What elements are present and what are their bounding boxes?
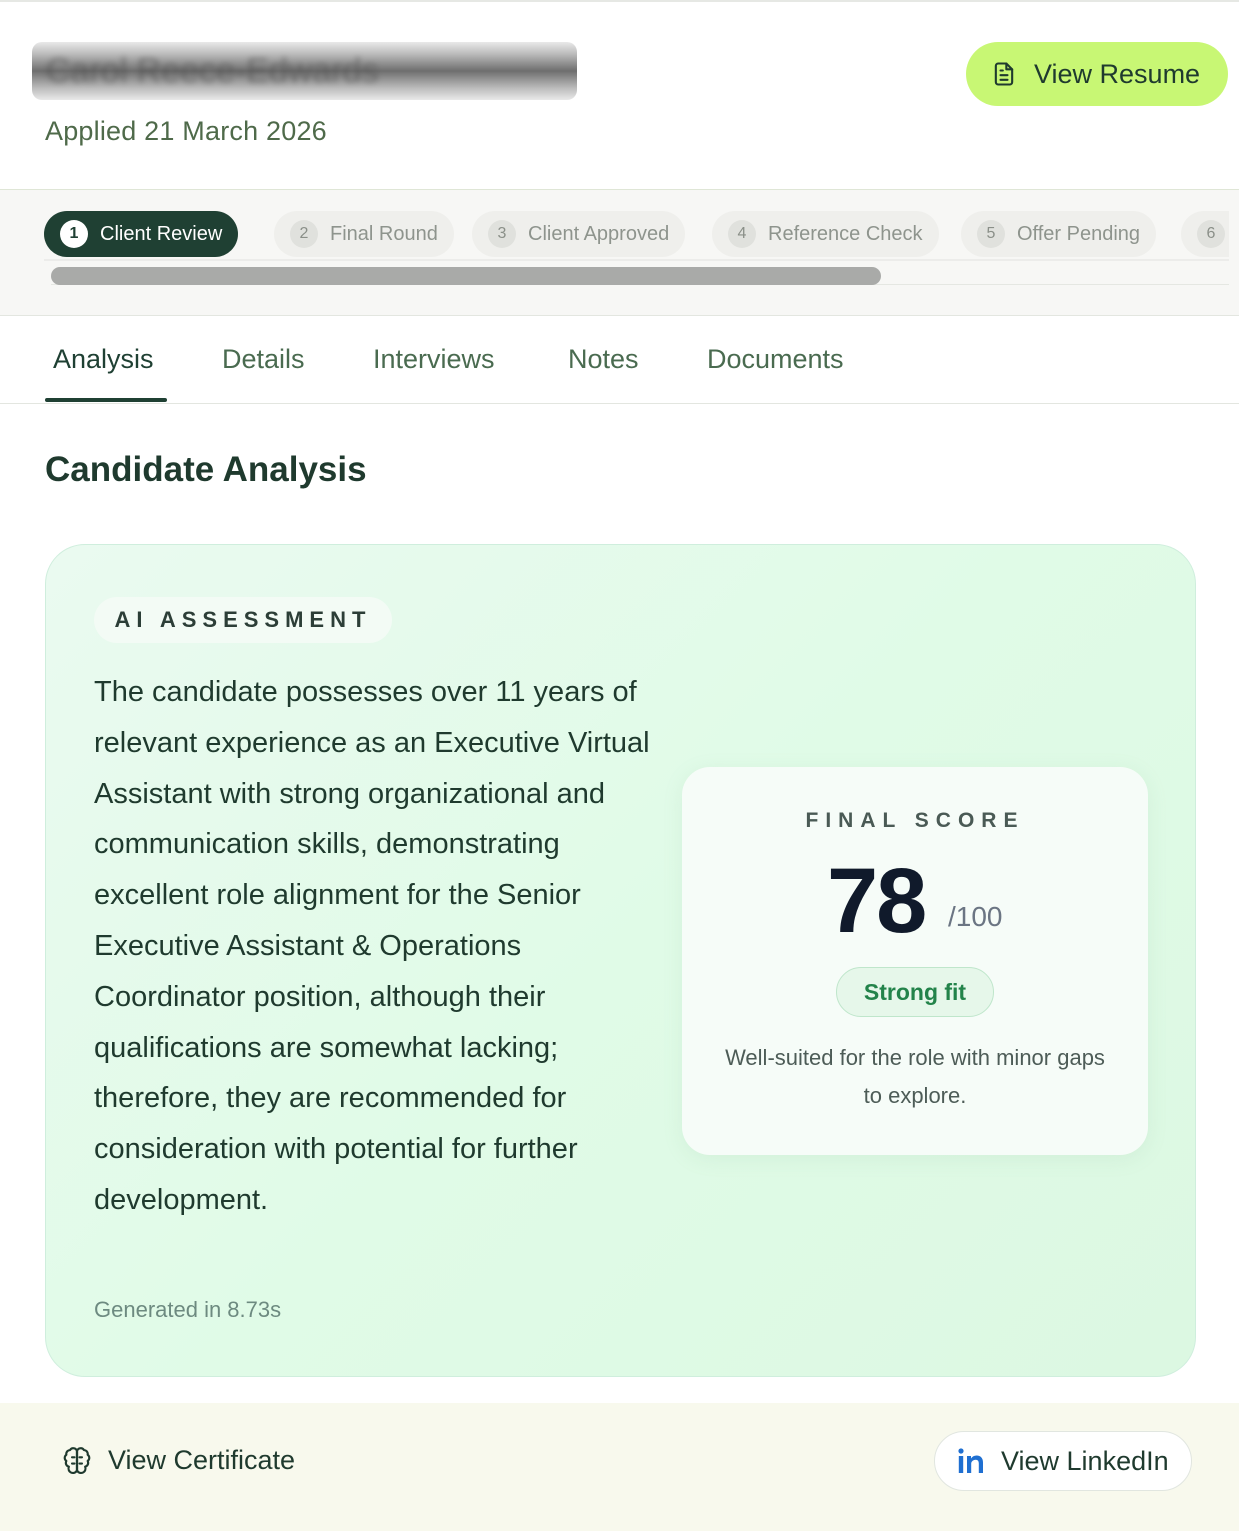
final-score-panel: FINAL SCORE 78 /100 Strong fit Well-suit…: [682, 767, 1148, 1155]
view-linkedin-label: View LinkedIn: [1001, 1445, 1169, 1476]
stage-number: 2: [290, 220, 318, 248]
candidate-name-redacted: Carol Reece-Edwards: [32, 42, 577, 100]
stage-label: Client Review: [100, 222, 223, 245]
stage-number: 3: [488, 220, 516, 248]
tab-notes[interactable]: Notes: [568, 344, 639, 375]
candidate-header: Carol Reece-Edwards Applied 21 March 202…: [0, 0, 1239, 190]
document-icon: [994, 62, 1014, 86]
stages-scrollbar[interactable]: [51, 267, 1229, 285]
fit-description: Well-suited for the role with minor gaps…: [725, 1045, 1105, 1108]
generated-time: Generated in 8.73s: [94, 1297, 282, 1322]
stage-6[interactable]: 6 C: [1181, 211, 1229, 257]
stage-number: 1: [60, 220, 88, 248]
candidate-page: Carol Reece-Edwards Applied 21 March 202…: [0, 0, 1239, 1531]
final-score-max: /100: [948, 901, 1003, 932]
view-resume-button[interactable]: View Resume: [966, 42, 1228, 106]
linkedin-icon: [958, 1448, 983, 1473]
stage-number: 6: [1197, 220, 1225, 248]
assessment-summary: The candidate possesses over 11 years of…: [94, 676, 650, 1216]
scrollbar-thumb[interactable]: [51, 267, 881, 285]
stage-label: Reference Check: [768, 222, 923, 245]
stage-label: Client Approved: [528, 222, 670, 245]
stage-client-review[interactable]: 1 Client Review: [44, 211, 239, 257]
pipeline-stages: 1 Client Review 2 Final Round 3 Client A…: [0, 190, 1239, 316]
active-tab-indicator: [45, 398, 167, 402]
tab-bar: Analysis Details Interviews Notes Docume…: [0, 316, 1239, 404]
stage-offer-pending[interactable]: 5 Offer Pending: [961, 211, 1157, 257]
applied-date: Applied 21 March 2026: [45, 116, 327, 146]
section-title: Candidate Analysis: [45, 450, 367, 489]
stage-reference-check[interactable]: 4 Reference Check: [712, 211, 939, 257]
view-certificate-link[interactable]: View Certificate: [62, 1445, 295, 1476]
view-certificate-label: View Certificate: [108, 1445, 296, 1475]
stage-number: 4: [728, 220, 756, 248]
stage-number: 5: [977, 220, 1005, 248]
stage-final-round[interactable]: 2 Final Round: [274, 211, 454, 257]
card-footer: View Certificate View LinkedIn: [0, 1403, 1239, 1531]
brain-icon: [63, 1446, 91, 1474]
stage-client-approved[interactable]: 3 Client Approved: [472, 211, 686, 257]
final-score-label: FINAL SCORE: [805, 809, 1025, 832]
view-linkedin-button[interactable]: View LinkedIn: [934, 1431, 1192, 1491]
tab-interviews[interactable]: Interviews: [373, 344, 495, 375]
stage-label: Offer Pending: [1017, 222, 1141, 245]
tab-documents[interactable]: Documents: [707, 344, 844, 375]
view-resume-label: View Resume: [1034, 58, 1201, 89]
ai-assessment-card: AI ASSESSMENT The candidate possesses ov…: [45, 544, 1196, 1377]
ai-assessment-badge: AI ASSESSMENT: [94, 597, 392, 643]
stage-list[interactable]: 1 Client Review 2 Final Round 3 Client A…: [44, 211, 1229, 261]
stage-label: Final Round: [330, 222, 438, 245]
tab-details[interactable]: Details: [222, 344, 305, 375]
candidate-name: Carol Reece-Edwards: [46, 52, 379, 90]
final-score-value: 78: [827, 850, 927, 952]
tab-analysis[interactable]: Analysis: [53, 344, 154, 375]
fit-badge: Strong fit: [836, 967, 994, 1017]
